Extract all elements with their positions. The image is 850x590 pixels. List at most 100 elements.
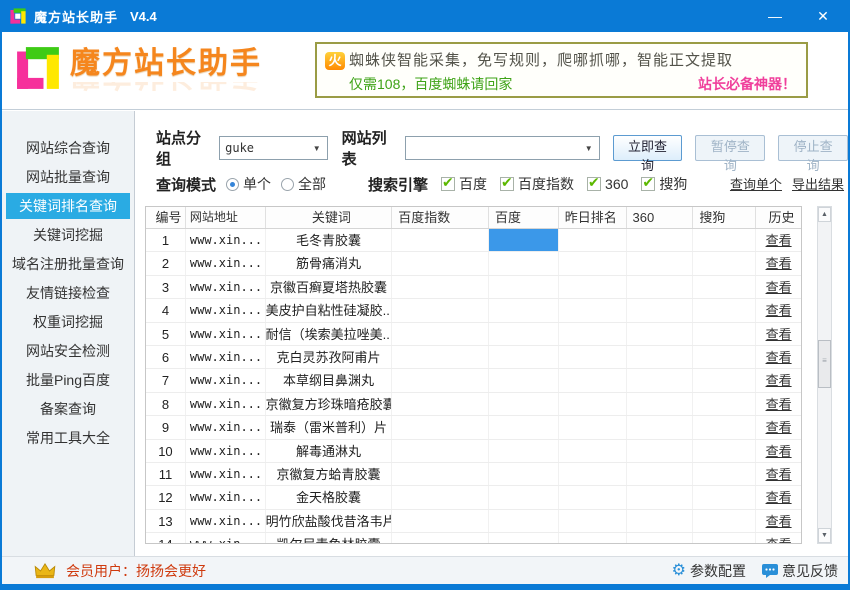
table-row[interactable]: 1www.xin...毛冬青胶囊查看 (146, 229, 801, 252)
stop-query-button[interactable]: 停止查询 (778, 135, 848, 161)
table-row[interactable]: 12www.xin...金天格胶囊查看 (146, 486, 801, 509)
search-engine-checkbox[interactable]: ✔360 (587, 174, 628, 194)
vertical-scrollbar[interactable]: ▲ ≡ ▼ (817, 206, 832, 544)
radio-icon[interactable] (281, 178, 294, 191)
sidebar-item[interactable]: 备案查询 (6, 396, 130, 422)
sogou-rank-cell (693, 440, 756, 462)
column-header[interactable]: 百度 (489, 207, 559, 228)
site-url-cell: www.xin... (186, 346, 266, 368)
query-now-button[interactable]: 立即查询 (613, 135, 683, 161)
column-header[interactable]: 昨日排名 (559, 207, 627, 228)
row-number-cell: 14 (146, 533, 186, 544)
scroll-down-icon[interactable]: ▼ (818, 528, 831, 543)
table-row[interactable]: 9www.xin...瑞泰（雷米普利）片查看 (146, 416, 801, 439)
view-history-link[interactable]: 查看 (766, 303, 792, 318)
scrollbar-thumb[interactable]: ≡ (818, 340, 831, 388)
view-history-link[interactable]: 查看 (766, 327, 792, 342)
view-history-link[interactable]: 查看 (766, 444, 792, 459)
checkbox-icon[interactable]: ✔ (641, 177, 655, 191)
sidebar-item[interactable]: 友情链接检查 (6, 280, 130, 306)
sidebar-item[interactable]: 关键词排名查询 (6, 193, 130, 219)
pause-query-button[interactable]: 暂停查询 (695, 135, 765, 161)
export-results-link[interactable]: 导出结果 (792, 174, 844, 193)
results-table: 编号网站地址关键词百度指数百度昨日排名360搜狗历史 1www.xin...毛冬… (145, 206, 802, 544)
baidu-rank-cell (489, 533, 559, 544)
baidu-index-cell (392, 346, 489, 368)
column-header[interactable]: 编号 (146, 207, 186, 228)
table-row[interactable]: 14www.xin...凯尔尼青鱼林胶囊查看 (146, 533, 801, 544)
table-row[interactable]: 10www.xin...解毒通淋丸查看 (146, 440, 801, 463)
search-engine-checkbox[interactable]: ✔百度指数 (500, 174, 574, 194)
sidebar-item[interactable]: 域名注册批量查询 (6, 251, 130, 277)
keyword-cell: 克白灵苏孜阿甫片 (266, 346, 393, 368)
view-history-link[interactable]: 查看 (766, 420, 792, 435)
column-header[interactable]: 搜狗 (693, 207, 756, 228)
sidebar-item[interactable]: 批量Ping百度 (6, 367, 130, 393)
column-header[interactable]: 关键词 (266, 207, 393, 228)
query-single-link[interactable]: 查询单个 (730, 174, 782, 193)
sidebar-item[interactable]: 常用工具大全 (6, 425, 130, 451)
column-header[interactable]: 历史 (756, 207, 801, 228)
feedback-button[interactable]: 意见反馈 (762, 561, 838, 581)
table-row[interactable]: 5www.xin...耐信（埃索美拉唑美...查看 (146, 323, 801, 346)
keyword-cell: 瑞泰（雷米普利）片 (266, 416, 393, 438)
rank-360-cell (627, 299, 694, 321)
view-history-link[interactable]: 查看 (766, 256, 792, 271)
view-history-link[interactable]: 查看 (766, 233, 792, 248)
parameter-settings-button[interactable]: ⚙ 参数配置 (672, 561, 746, 581)
site-list-label: 网站列表 (342, 127, 397, 169)
minimize-button[interactable]: — (762, 1, 788, 31)
table-row[interactable]: 7www.xin...本草纲目鼻渊丸查看 (146, 369, 801, 392)
baidu-index-cell (392, 533, 489, 544)
checkbox-icon[interactable]: ✔ (441, 177, 455, 191)
baidu-index-cell (392, 393, 489, 415)
query-mode-radio[interactable]: 全部 (281, 174, 326, 194)
sidebar-item[interactable]: 网站批量查询 (6, 164, 130, 190)
table-row[interactable]: 8www.xin...京徽复方珍珠暗疮胶囊查看 (146, 393, 801, 416)
table-row[interactable]: 6www.xin...克白灵苏孜阿甫片查看 (146, 346, 801, 369)
checkbox-icon[interactable]: ✔ (587, 177, 601, 191)
radio-icon[interactable] (226, 178, 239, 191)
row-number-cell: 13 (146, 510, 186, 532)
site-list-select[interactable]: ▼ (405, 136, 600, 160)
sidebar-item[interactable]: 网站综合查询 (6, 135, 130, 161)
baidu-rank-cell (489, 393, 559, 415)
close-button[interactable]: ✕ (810, 1, 836, 31)
table-row[interactable]: 13www.xin...明竹欣盐酸伐昔洛韦片查看 (146, 510, 801, 533)
checkbox-icon[interactable]: ✔ (500, 177, 514, 191)
table-row[interactable]: 4www.xin...美皮护自粘性硅凝胶...查看 (146, 299, 801, 322)
column-header[interactable]: 网站地址 (186, 207, 266, 228)
view-history-link[interactable]: 查看 (766, 280, 792, 295)
history-cell: 查看 (756, 510, 801, 532)
ad-banner[interactable]: 火 蜘蛛侠智能采集，免写规则，爬哪抓哪，智能正文提取 仅需108，百度蜘蛛请回家… (315, 42, 808, 98)
history-cell: 查看 (756, 323, 801, 345)
sidebar-item[interactable]: 权重词挖掘 (6, 309, 130, 335)
search-engine-checkbox[interactable]: ✔搜狗 (641, 174, 687, 194)
search-engine-checkbox[interactable]: ✔百度 (441, 174, 487, 194)
baidu-rank-cell (489, 252, 559, 274)
search-engine-label: 搜索引擎 (368, 174, 428, 195)
view-history-link[interactable]: 查看 (766, 514, 792, 529)
sidebar-item[interactable]: 网站安全检测 (6, 338, 130, 364)
query-mode-radio[interactable]: 单个 (226, 174, 271, 194)
site-group-select[interactable]: guke ▼ (219, 136, 328, 160)
keyword-cell: 本草纲目鼻渊丸 (266, 369, 393, 391)
view-history-link[interactable]: 查看 (766, 490, 792, 505)
table-row[interactable]: 11www.xin...京徽复方蛤青胶囊查看 (146, 463, 801, 486)
column-header[interactable]: 百度指数 (392, 207, 489, 228)
site-url-cell: www.xin... (186, 463, 266, 485)
view-history-link[interactable]: 查看 (766, 467, 792, 482)
view-history-link[interactable]: 查看 (766, 373, 792, 388)
keyword-cell: 耐信（埃索美拉唑美... (266, 323, 393, 345)
table-row[interactable]: 3www.xin...京徽百癣夏塔热胶囊查看 (146, 276, 801, 299)
view-history-link[interactable]: 查看 (766, 350, 792, 365)
view-history-link[interactable]: 查看 (766, 397, 792, 412)
yesterday-rank-cell (559, 369, 627, 391)
view-history-link[interactable]: 查看 (766, 537, 792, 544)
scroll-up-icon[interactable]: ▲ (818, 207, 831, 222)
column-header[interactable]: 360 (627, 207, 694, 228)
sidebar-item[interactable]: 关键词挖掘 (6, 222, 130, 248)
checkmark-icon: ✔ (501, 174, 513, 191)
keyword-cell: 金天格胶囊 (266, 486, 393, 508)
table-row[interactable]: 2www.xin...筋骨痛消丸查看 (146, 252, 801, 275)
